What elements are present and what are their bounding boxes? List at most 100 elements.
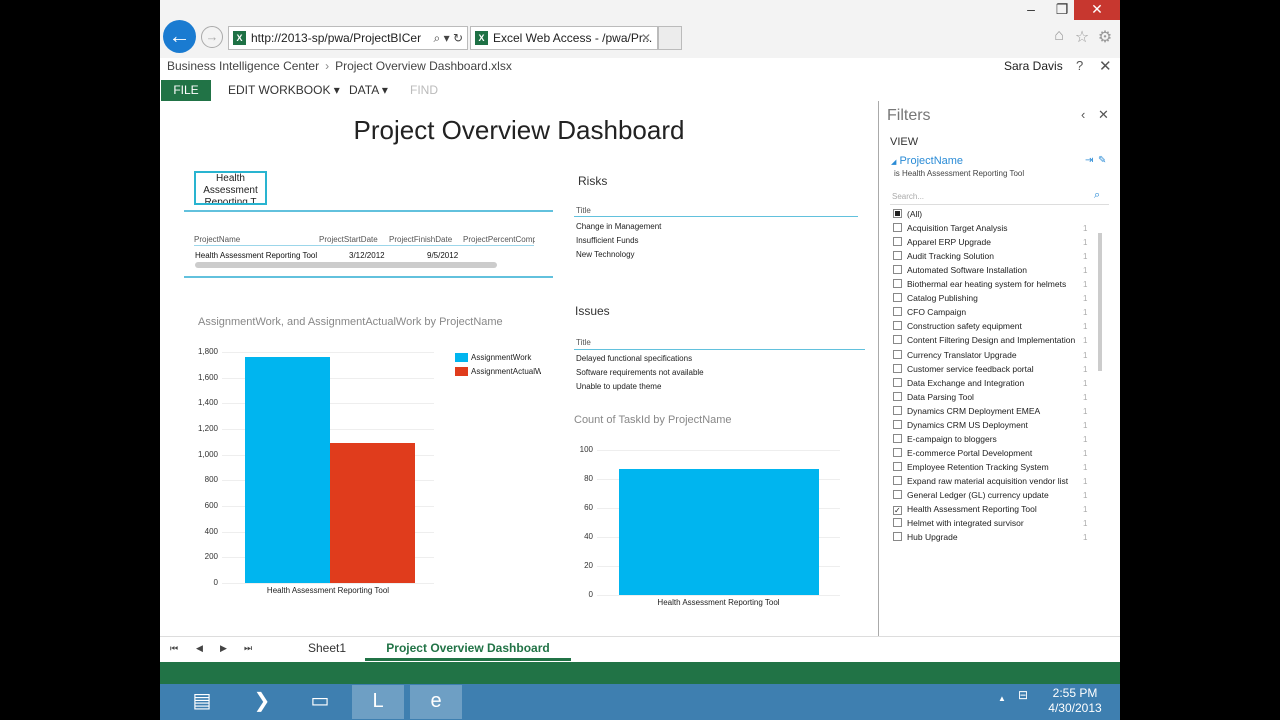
checkbox[interactable] [893, 377, 902, 387]
checkbox[interactable] [893, 279, 902, 289]
checkbox[interactable] [893, 518, 902, 528]
risks-column-title[interactable]: Title [576, 206, 591, 215]
checkbox[interactable] [893, 237, 902, 247]
filter-item[interactable]: General Ledger (GL) currency update [893, 490, 1049, 504]
checkbox[interactable] [893, 307, 902, 317]
data-menu[interactable]: DATA ▾ [349, 83, 388, 97]
project-slicer[interactable]: Health Assessment Reporting T [194, 171, 267, 205]
chart-bar[interactable] [245, 357, 330, 583]
filter-item[interactable]: Construction safety equipment [893, 321, 1022, 335]
filter-item[interactable]: Biothermal ear heating system for helmet… [893, 279, 1066, 293]
pivot-cell-start[interactable]: 3/12/2012 [349, 251, 385, 260]
filter-item[interactable]: ✓ Health Assessment Reporting Tool [893, 504, 1037, 518]
search-icon[interactable]: ⌕ [1094, 189, 1100, 202]
filter-item[interactable]: Customer service feedback portal [893, 363, 1034, 378]
checkbox[interactable] [893, 433, 902, 443]
checkbox[interactable] [893, 321, 902, 331]
checkbox[interactable] [893, 349, 902, 359]
tab-project-overview-dashboard[interactable]: Project Overview Dashboard [365, 637, 571, 661]
filter-item[interactable]: Automated Software Installation [893, 265, 1027, 279]
risk-item[interactable]: Insufficient Funds [576, 236, 639, 245]
filter-item[interactable]: Acquisition Target Analysis [893, 223, 1007, 237]
chart-bar[interactable] [330, 443, 415, 583]
checkbox[interactable] [893, 490, 902, 499]
checkbox[interactable] [893, 265, 902, 275]
tray-arrow-icon[interactable]: ▲ [998, 694, 1006, 703]
powershell-icon[interactable]: ❯ [236, 685, 288, 719]
checkbox[interactable] [893, 335, 902, 345]
filter-scrollbar[interactable] [1098, 233, 1102, 371]
filter-item[interactable]: E-campaign to bloggers [893, 433, 997, 448]
pivot-header-projectname[interactable]: ProjectName [194, 235, 240, 244]
checkbox[interactable] [893, 251, 902, 261]
filter-item[interactable]: Data Exchange and Integration [893, 377, 1024, 392]
checkbox[interactable] [893, 461, 902, 471]
checkbox[interactable] [893, 475, 902, 485]
pivot-scrollbar[interactable] [195, 262, 497, 268]
pivot-header-finish[interactable]: ProjectFinishDate [389, 235, 452, 244]
filter-apply-icon[interactable]: ⇥ [1085, 155, 1093, 166]
checkbox[interactable] [893, 223, 902, 233]
filter-item[interactable]: Helmet with integrated survisor [893, 518, 1024, 532]
checkbox[interactable] [893, 419, 902, 429]
minimize-button[interactable]: – [1016, 0, 1046, 20]
filter-field[interactable]: ◢ ProjectName [891, 155, 963, 167]
filter-item[interactable]: Audit Tracking Solution [893, 251, 994, 265]
issue-item[interactable]: Software requirements not available [576, 368, 704, 377]
pivot-header-percent[interactable]: ProjectPercentComp [463, 235, 535, 244]
window-close-button[interactable]: ✕ [1074, 0, 1120, 20]
taskbar-clock[interactable]: 2:55 PM 4/30/2013 [1044, 686, 1106, 716]
network-icon[interactable]: ⊟ [1018, 688, 1028, 702]
issues-column-title[interactable]: Title [576, 338, 591, 347]
address-bar[interactable]: X http://2013-sp/pwa/ProjectBICer ⌕ ▾ ↻ [228, 26, 468, 50]
back-button[interactable]: ← [163, 20, 196, 53]
filter-item[interactable]: Data Parsing Tool [893, 391, 974, 406]
filters-close-icon[interactable]: ✕ [1098, 107, 1109, 123]
filter-item[interactable]: E-commerce Portal Development [893, 447, 1032, 462]
checkbox[interactable] [893, 209, 902, 218]
first-sheet-icon[interactable]: ⏮ [170, 643, 178, 654]
filter-item[interactable]: Dynamics CRM Deployment EMEA [893, 405, 1040, 420]
user-name[interactable]: Sara Davis [1004, 59, 1063, 73]
file-tab[interactable]: FILE [161, 80, 211, 101]
checkbox[interactable] [893, 363, 902, 373]
pivot-cell-finish[interactable]: 9/5/2012 [427, 251, 458, 260]
close-icon[interactable]: ✕ [1099, 57, 1112, 75]
prev-sheet-icon[interactable]: ◀ [196, 643, 203, 654]
filter-item[interactable]: Currency Translator Upgrade [893, 349, 1017, 364]
checkbox[interactable]: ✓ [893, 506, 902, 516]
home-icon[interactable]: ⌂ [1049, 27, 1069, 45]
filter-item[interactable]: Apparel ERP Upgrade [893, 237, 991, 251]
edit-workbook-menu[interactable]: EDIT WORKBOOK ▾ [228, 83, 340, 97]
favorites-star-icon[interactable]: ☆ [1072, 27, 1092, 47]
issue-item[interactable]: Unable to update theme [576, 382, 661, 391]
filter-item[interactable]: CFO Campaign [893, 307, 966, 321]
file-explorer-icon[interactable]: ▭ [294, 685, 346, 719]
chart-bar[interactable] [619, 468, 819, 595]
filter-item[interactable]: Hub Upgrade [893, 532, 958, 546]
checkbox[interactable] [893, 405, 902, 415]
new-tab-button[interactable] [658, 26, 682, 50]
last-sheet-icon[interactable]: ⏭ [244, 643, 252, 654]
server-manager-icon[interactable]: ▤ [176, 685, 228, 719]
tab-sheet1[interactable]: Sheet1 [308, 641, 346, 655]
lync-icon[interactable]: L [352, 685, 404, 719]
issue-item[interactable]: Delayed functional specifications [576, 354, 692, 363]
filter-item[interactable]: Employee Retention Tracking System [893, 461, 1049, 476]
collapse-chevron-icon[interactable]: ‹ [1081, 107, 1085, 122]
internet-explorer-icon[interactable]: e [410, 685, 462, 719]
restore-button[interactable]: ❐ [1047, 0, 1077, 20]
filter-item[interactable]: Catalog Publishing [893, 293, 978, 307]
checkbox[interactable] [893, 293, 902, 303]
pivot-header-start[interactable]: ProjectStartDate [319, 235, 378, 244]
risk-item[interactable]: New Technology [576, 250, 635, 259]
checkbox[interactable] [893, 447, 902, 457]
filter-item[interactable]: Expand raw material acquisition vendor l… [893, 475, 1068, 490]
forward-button[interactable]: → [201, 26, 223, 48]
risk-item[interactable]: Change in Management [576, 222, 661, 231]
next-sheet-icon[interactable]: ▶ [220, 643, 227, 654]
pivot-cell-project[interactable]: Health Assessment Reporting Tool [195, 251, 317, 260]
filter-item[interactable]: (All) [893, 209, 922, 223]
settings-gear-icon[interactable]: ⚙ [1095, 27, 1115, 47]
checkbox[interactable] [893, 532, 902, 542]
